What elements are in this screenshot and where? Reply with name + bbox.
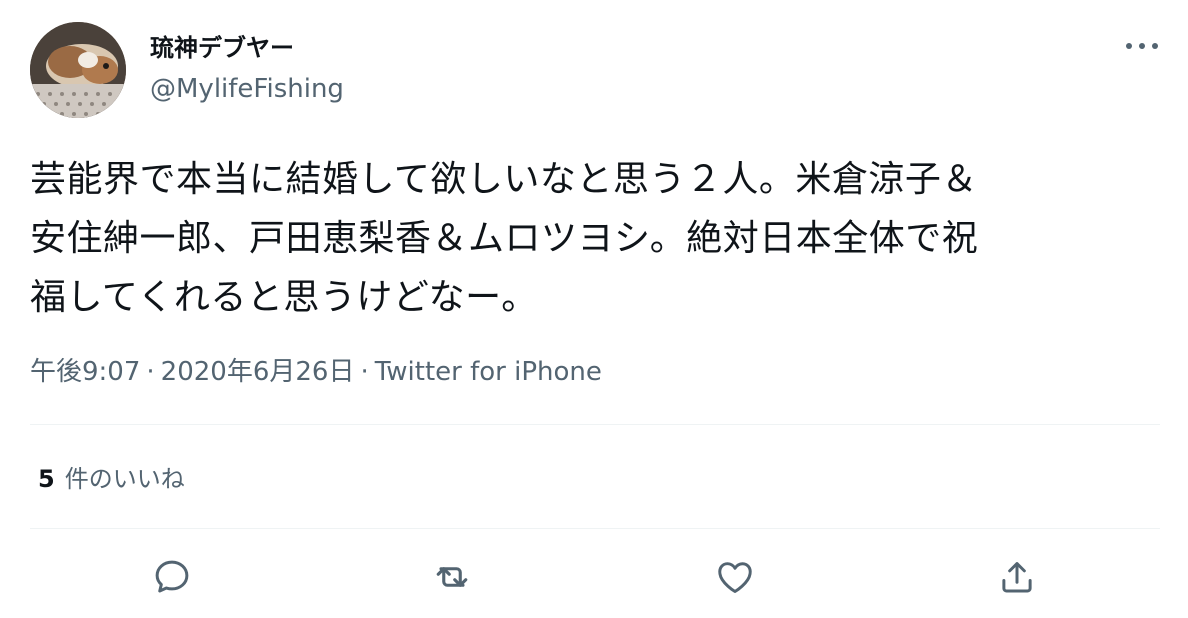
tweet-text: 芸能界で本当に結婚して欲しいなと思う２人。米倉涼子＆ 安住紳一郎、戸田恵梨香＆ム… — [30, 159, 979, 318]
reply-button[interactable] — [147, 552, 197, 602]
more-button[interactable] — [1120, 30, 1164, 62]
divider — [30, 424, 1160, 425]
tweet-metadata: 午後9:07 · 2020年6月26日 · Twitter for iPhone — [30, 354, 602, 390]
share-button[interactable] — [992, 552, 1042, 602]
tweet-source[interactable]: Twitter for iPhone — [375, 357, 602, 387]
like-icon — [718, 562, 752, 594]
meta-separator: · — [360, 357, 369, 387]
divider — [30, 528, 1160, 529]
tweet-card: 琉神デブヤー @MylifeFishing 芸能界で本当に結婚して欲しいなと思う… — [0, 0, 1188, 618]
retweet-icon — [436, 567, 468, 587]
likes-summary[interactable]: 5 件のいいね — [38, 462, 185, 496]
tweet-time[interactable]: 午後9:07 — [30, 357, 140, 387]
like-button[interactable] — [710, 552, 760, 602]
more-icon — [1126, 43, 1158, 49]
user-handle[interactable]: @MylifeFishing — [150, 72, 344, 106]
action-bar — [0, 552, 1188, 604]
reply-icon — [155, 560, 189, 593]
likes-count: 5 — [38, 465, 55, 493]
likes-label: 件のいいね — [64, 465, 185, 493]
guinea-pig-avatar-icon — [30, 22, 126, 118]
tweet-date[interactable]: 2020年6月26日 — [161, 357, 355, 387]
meta-separator: · — [146, 357, 155, 387]
avatar[interactable] — [30, 22, 126, 118]
share-icon — [1002, 562, 1032, 593]
display-name[interactable]: 琉神デブヤー — [150, 32, 294, 64]
retweet-button[interactable] — [427, 552, 477, 602]
